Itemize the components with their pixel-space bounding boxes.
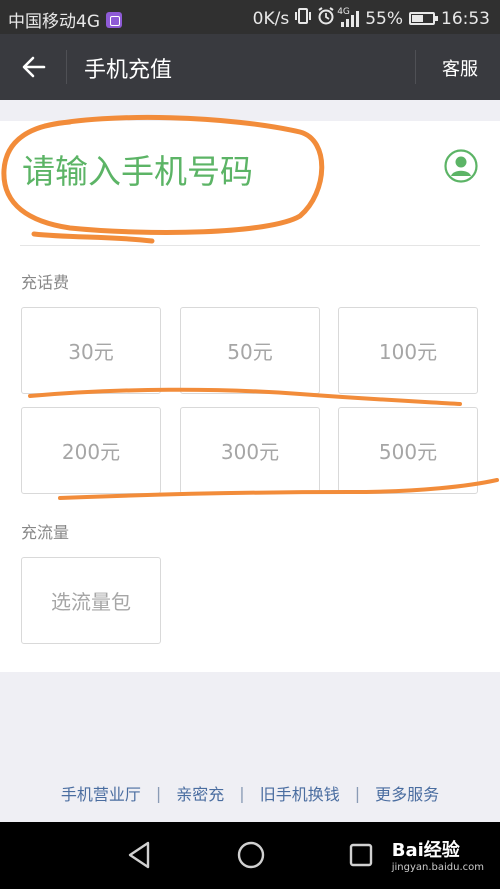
footer-link-business-hall[interactable]: 手机营业厅 (61, 781, 141, 805)
home-circle-icon[interactable] (236, 840, 266, 874)
topup-option-50[interactable]: 50元 (180, 307, 320, 394)
nav-divider (66, 50, 67, 84)
recent-apps-square-icon[interactable] (348, 840, 374, 874)
alarm-icon (317, 7, 335, 30)
topup-option-200[interactable]: 200元 (21, 407, 161, 494)
footer-link-trade-in[interactable]: 旧手机换钱 (260, 781, 340, 805)
footer-link-more-services[interactable]: 更多服务 (375, 781, 439, 805)
footer-links: 手机营业厅 | 亲密充 | 旧手机换钱 | 更多服务 (0, 781, 500, 805)
back-arrow-icon[interactable] (20, 50, 50, 84)
divider (20, 245, 480, 246)
battery-icon (409, 12, 438, 25)
contact-picker-icon[interactable] (444, 149, 478, 183)
customer-service-button[interactable]: 客服 (442, 55, 478, 81)
battery-percent: 55% (365, 8, 403, 29)
status-bar: 中国移动4G 0K/s 4G 55% 16:53 (0, 0, 500, 34)
topup-option-30[interactable]: 30元 (21, 307, 161, 394)
network-type: 4G (337, 6, 350, 17)
nav-divider (415, 50, 416, 84)
topup-option-100[interactable]: 100元 (338, 307, 478, 394)
system-nav-bar: Bai经验 jingyan.baidu.com (0, 822, 500, 889)
watermark-brand: Bai经验 (391, 840, 460, 861)
cellular-signal-icon: 4G (337, 7, 360, 27)
topup-option-300[interactable]: 300元 (180, 407, 320, 494)
footer-separator: | (239, 783, 245, 803)
recharge-panel: 充话费 30元 50元 100元 200元 300元 500元 充流量 选流量包 (0, 121, 500, 672)
footer-separator: | (354, 783, 361, 803)
carrier-label: 中国移动4G (8, 12, 100, 32)
page-title: 手机充值 (84, 58, 173, 83)
clock: 16:53 (441, 8, 490, 29)
gallery-notification-icon (106, 11, 122, 28)
data-section-label: 充流量 (21, 523, 70, 542)
data-package-option[interactable]: 选流量包 (21, 557, 161, 644)
back-triangle-icon[interactable] (126, 840, 152, 874)
watermark-url: jingyan.baidu.com (391, 862, 484, 873)
network-speed: 0K/s (252, 8, 290, 29)
topup-section-label: 充话费 (21, 273, 70, 292)
footer-separator: | (155, 783, 162, 803)
topup-option-500[interactable]: 500元 (338, 407, 478, 494)
nav-bar: 手机充值 客服 (0, 34, 500, 100)
footer-link-family-topup[interactable]: 亲密充 (176, 781, 224, 805)
baidu-jingyan-watermark: Bai经验 jingyan.baidu.com (392, 836, 484, 873)
vibrate-icon (295, 7, 312, 30)
phone-number-input[interactable] (22, 147, 422, 195)
